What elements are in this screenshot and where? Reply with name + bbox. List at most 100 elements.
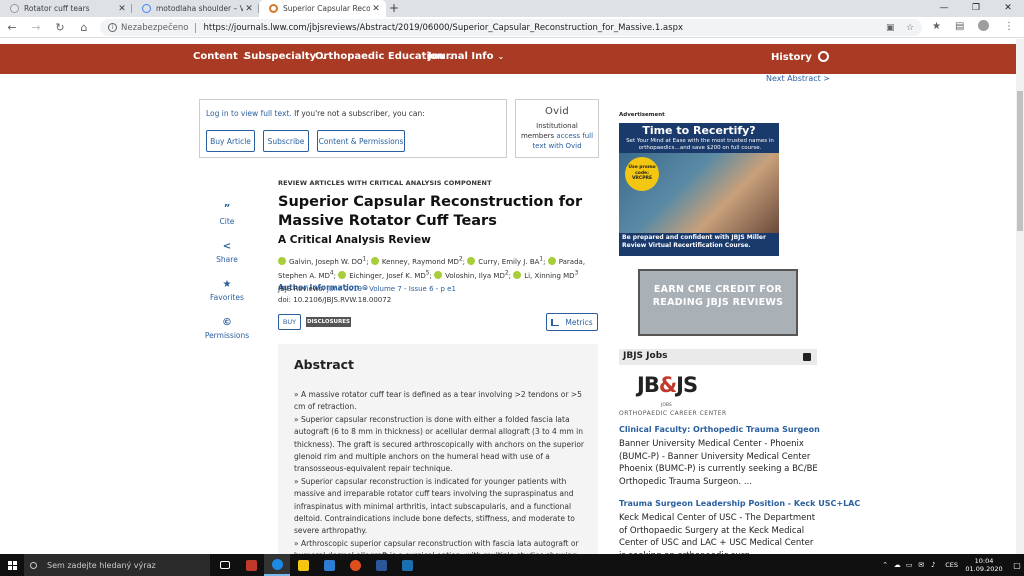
nav-item-content[interactable]: Content ⌄ bbox=[193, 51, 249, 62]
browser-menu-icon[interactable]: ⋮ bbox=[1004, 21, 1014, 32]
site-navigation: Content ⌄ Subspecialty ⌄ Orthopaedic Educa… bbox=[0, 44, 1016, 74]
input-language[interactable]: CES bbox=[945, 561, 958, 569]
nav-item-journal-info[interactable]: Journal Info ⌄ bbox=[428, 51, 504, 62]
abstract-point: » Arthroscopic superior capsular reconst… bbox=[294, 538, 579, 554]
buy-article-button[interactable]: Buy Article bbox=[206, 130, 255, 152]
author-item[interactable]: Curry, Emily J. BA1; bbox=[467, 257, 547, 266]
login-link[interactable]: Log in to view full text. bbox=[206, 109, 292, 118]
abstract-body: » A massive rotator cuff tear is defined… bbox=[294, 389, 586, 554]
new-tab-button[interactable]: + bbox=[386, 0, 402, 17]
taskbar-app-chrome[interactable] bbox=[264, 554, 290, 576]
author-item[interactable]: Li, Xinning MD3 bbox=[513, 270, 578, 280]
search-icon bbox=[30, 561, 37, 569]
doi-text: doi: 10.2106/JBJS.RVW.18.00072 bbox=[278, 296, 392, 304]
rss-icon[interactable] bbox=[803, 353, 811, 361]
close-tab-icon[interactable]: ✕ bbox=[243, 4, 255, 14]
app-icon bbox=[245, 559, 257, 571]
minimize-icon[interactable]: — bbox=[928, 0, 960, 17]
taskbar-app[interactable] bbox=[342, 554, 368, 576]
abstract-section: Abstract » A massive rotator cuff tear i… bbox=[278, 344, 598, 554]
history-button[interactable]: History bbox=[771, 51, 829, 63]
profile-avatar[interactable] bbox=[978, 20, 989, 31]
jbjs-jobs-logo[interactable]: JB&JS bbox=[637, 373, 698, 397]
journal-citation: JBJS Reviews: June 2019 - Volume 7 - Iss… bbox=[278, 285, 456, 304]
ad-headline: Time to Recertify? bbox=[642, 124, 756, 137]
browser-tab-google-search[interactable]: motodlaha shoulder – Vyhledáv… ✕ bbox=[132, 0, 259, 17]
start-button[interactable] bbox=[0, 554, 24, 576]
extension-icon[interactable]: ▤ bbox=[955, 21, 964, 32]
notifications-icon[interactable]: ▢ bbox=[1010, 554, 1024, 576]
address-bar[interactable]: i Nezabezpečeno https://journals.lww.com… bbox=[100, 19, 922, 36]
jobs-header: JBJS Jobs bbox=[619, 349, 817, 365]
tab-title: Superior Capsular Reconstructio… bbox=[283, 4, 370, 13]
network-icon[interactable]: ✉ bbox=[915, 561, 927, 569]
page-viewport: Content ⌄ Subspecialty ⌄ Orthopaedic Educa… bbox=[0, 39, 1016, 554]
scrollbar-thumb[interactable] bbox=[1017, 91, 1023, 231]
orcid-icon bbox=[513, 270, 522, 279]
author-item[interactable]: Eichinger, Josef K. MD5; bbox=[338, 270, 434, 280]
google-favicon-icon bbox=[142, 4, 151, 13]
task-view-button[interactable] bbox=[212, 554, 238, 576]
translate-icon[interactable]: ▣ bbox=[886, 23, 895, 33]
taskbar-clock[interactable]: 10:04 01.09.2020 bbox=[964, 557, 1004, 573]
volume-icon[interactable]: ♪ bbox=[927, 561, 939, 569]
taskbar-app[interactable] bbox=[316, 554, 342, 576]
job-listing-title[interactable]: Trauma Surgeon Leadership Position - Kec… bbox=[619, 499, 860, 508]
reload-icon[interactable]: ↻ bbox=[48, 21, 72, 34]
show-hidden-icons-icon[interactable]: ⌃ bbox=[879, 561, 891, 569]
taskbar-app[interactable] bbox=[290, 554, 316, 576]
maximize-icon[interactable]: ❐ bbox=[960, 0, 992, 17]
subscribe-button[interactable]: Subscribe bbox=[263, 130, 309, 152]
browser-tab-rotator-cuff[interactable]: Rotator cuff tears ✕ bbox=[0, 0, 132, 17]
job-listing-title[interactable]: Clinical Faculty: Orthopedic Trauma Surg… bbox=[619, 425, 820, 434]
job-listing-description: Keck Medical Center of USC - The Departm… bbox=[619, 513, 816, 554]
browser-tab-strip: Rotator cuff tears ✕ motodlaha shoulder … bbox=[0, 0, 1024, 17]
buy-button[interactable]: BUY bbox=[278, 314, 301, 330]
share-tool[interactable]: < Share bbox=[197, 241, 257, 264]
taskbar-app[interactable] bbox=[238, 554, 264, 576]
permissions-tool[interactable]: © Permissions bbox=[197, 317, 257, 340]
url-text[interactable]: https://journals.lww.com/jbjsreviews/Abs… bbox=[203, 23, 683, 33]
favorites-tool[interactable]: ★ Favorites bbox=[197, 279, 257, 302]
metrics-button[interactable]: Metrics bbox=[546, 313, 598, 331]
taskbar-search[interactable]: Sem zadejte hledaný výraz bbox=[24, 554, 210, 576]
close-tab-icon[interactable]: ✕ bbox=[116, 4, 128, 14]
windows-taskbar: Sem zadejte hledaný výraz ⌃ ☁ ▭ ✉ ♪ CES … bbox=[0, 554, 1024, 576]
home-icon[interactable]: ⌂ bbox=[72, 21, 96, 34]
forward-arrow-icon[interactable]: → bbox=[24, 21, 48, 34]
clock-time: 10:04 bbox=[974, 557, 994, 565]
browser-tab-active-article[interactable]: Superior Capsular Reconstructio… ✕ bbox=[259, 0, 386, 17]
cloud-icon[interactable]: ☁ bbox=[891, 561, 903, 569]
author-item[interactable]: Voloshin, Ilya MD2; bbox=[434, 270, 513, 280]
page-scrollbar[interactable] bbox=[1016, 39, 1024, 554]
chevron-down-icon: ⌄ bbox=[497, 52, 505, 61]
disclosures-button[interactable]: DISCLOSURES bbox=[306, 317, 351, 327]
lww-favicon-icon bbox=[269, 4, 278, 13]
author-item[interactable]: Kenney, Raymond MD2; bbox=[370, 257, 467, 266]
star-icon: ★ bbox=[222, 279, 232, 290]
cme-credit-advertisement[interactable]: EARN CME CREDIT FOR READING JBJS REVIEWS bbox=[638, 269, 798, 336]
content-permissions-button[interactable]: Content & Permissions bbox=[317, 130, 405, 152]
share-icon: < bbox=[222, 241, 232, 252]
close-tab-icon[interactable]: ✕ bbox=[370, 4, 382, 14]
battery-icon[interactable]: ▭ bbox=[903, 561, 915, 569]
bookmark-star-icon[interactable]: ☆ bbox=[906, 23, 914, 33]
next-abstract-link[interactable]: Next Abstract > bbox=[766, 74, 830, 83]
close-window-icon[interactable]: ✕ bbox=[992, 0, 1024, 17]
issue-link[interactable]: June 2019 - Volume 7 - Issue 6 - p e1 bbox=[327, 285, 456, 293]
author-item[interactable]: Galvin, Joseph W. DO1; bbox=[278, 257, 371, 266]
cite-tool[interactable]: ” Cite bbox=[197, 203, 257, 226]
bookmarks-icon[interactable]: ★ bbox=[932, 21, 941, 32]
orcid-icon bbox=[338, 270, 347, 279]
file-explorer-icon bbox=[297, 559, 309, 571]
back-arrow-icon[interactable]: ← bbox=[0, 21, 24, 34]
tab-title: Rotator cuff tears bbox=[24, 4, 90, 13]
system-tray: ⌃ ☁ ▭ ✉ ♪ CES 10:04 01.09.2020 ▢ bbox=[879, 554, 1024, 576]
taskbar-app[interactable] bbox=[394, 554, 420, 576]
site-info-icon[interactable]: i bbox=[108, 23, 117, 32]
taskbar-app[interactable] bbox=[368, 554, 394, 576]
abstract-heading: Abstract bbox=[294, 357, 355, 372]
recertify-advertisement[interactable]: Time to Recertify? Set Your Mind at Ease… bbox=[619, 123, 779, 256]
app-icon bbox=[401, 559, 413, 571]
jobs-logo-tagline: ORTHOPAEDIC CAREER CENTER bbox=[619, 410, 727, 417]
